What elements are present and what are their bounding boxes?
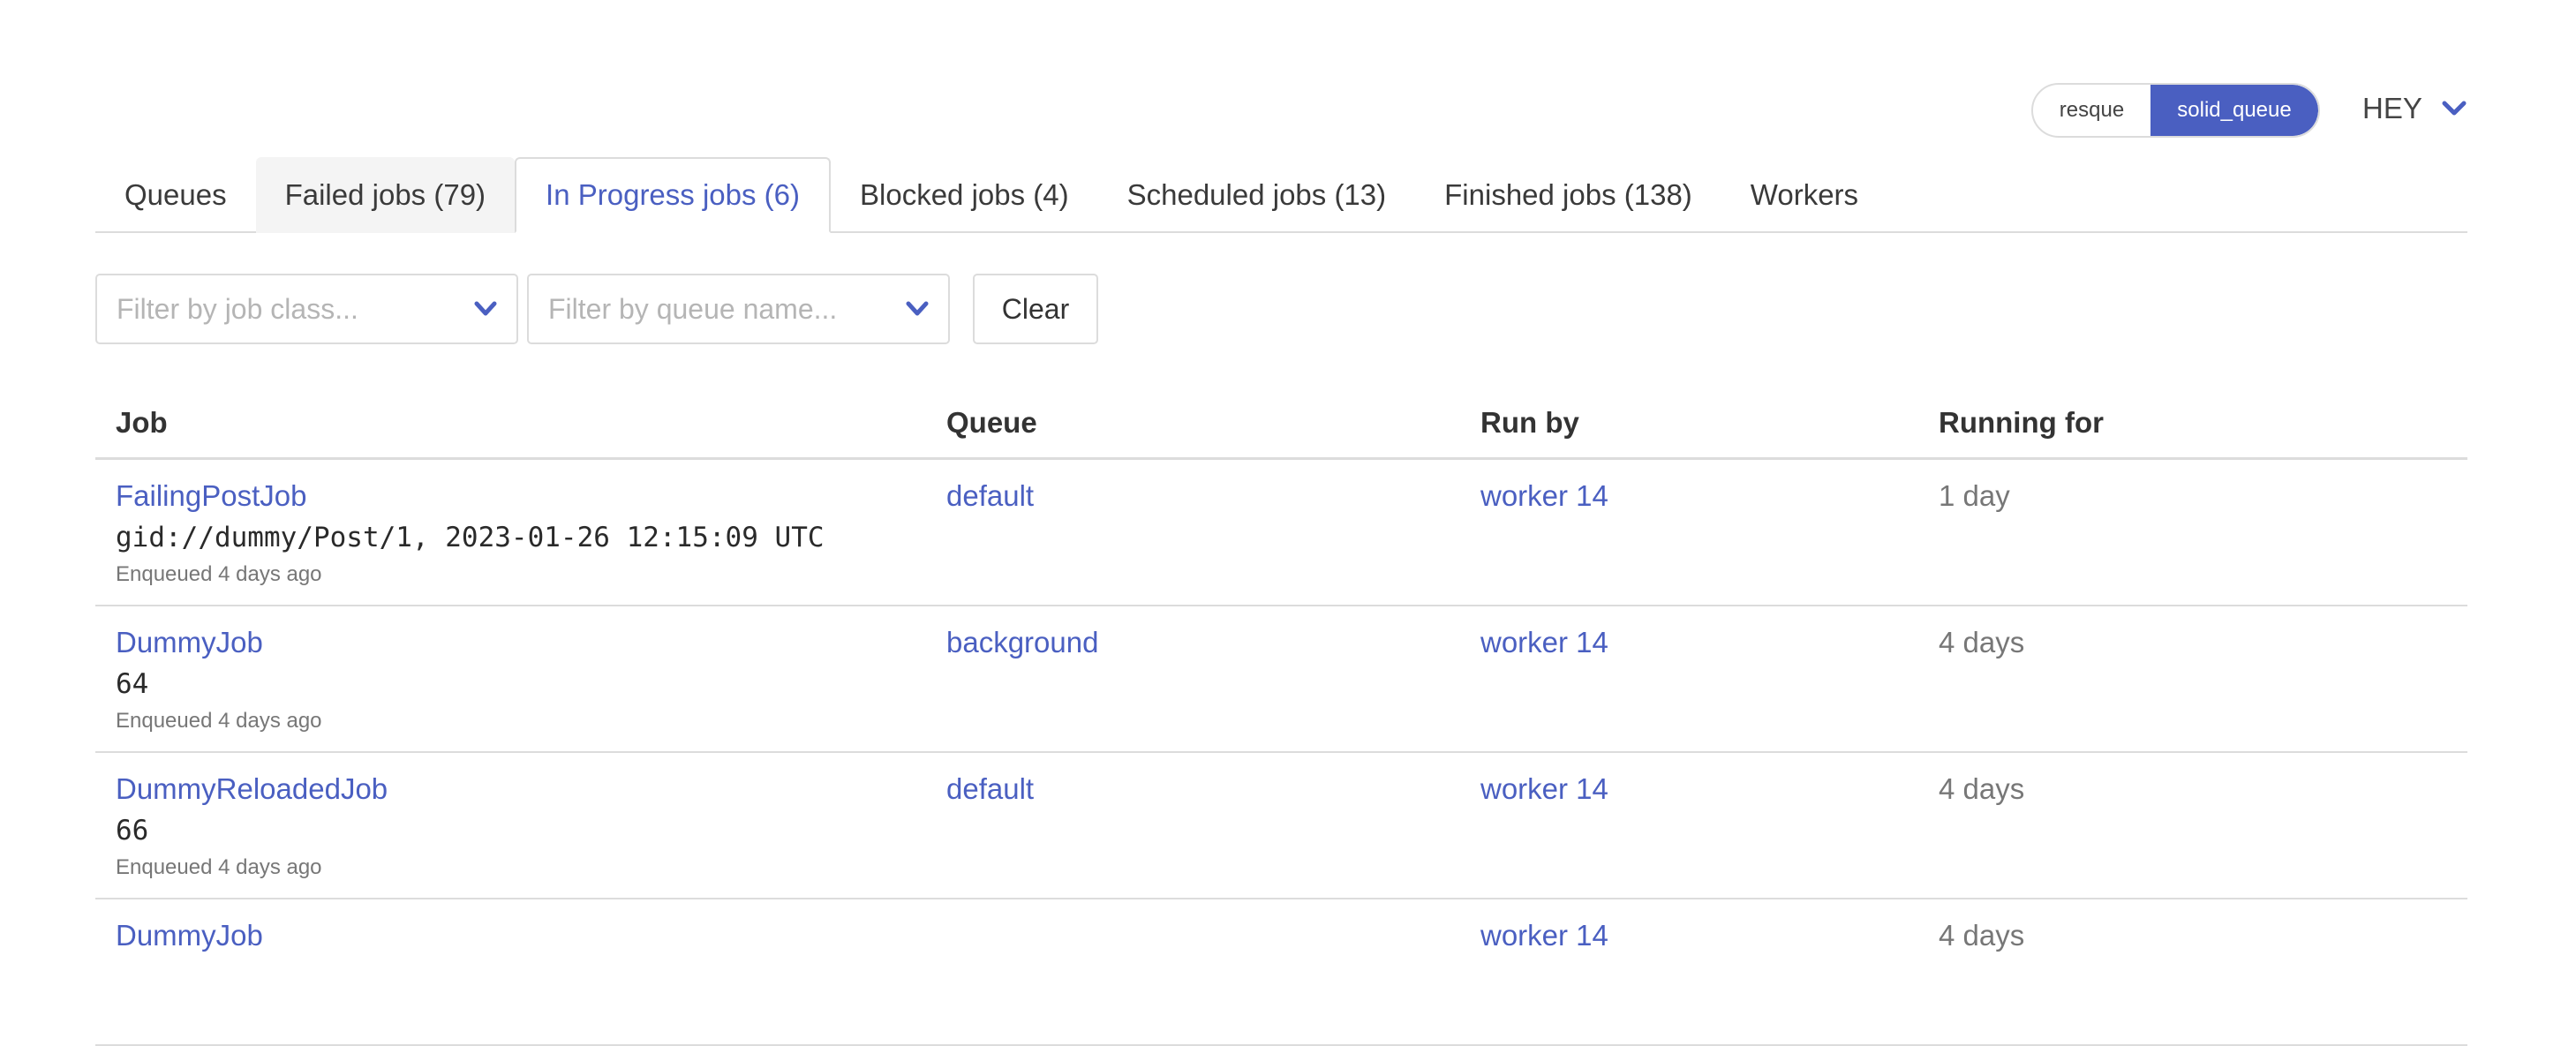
chevron-down-icon — [474, 301, 497, 316]
queue-link[interactable]: default — [946, 772, 1034, 806]
worker-link[interactable]: worker 14 — [1480, 479, 1608, 513]
tab-finished-jobs[interactable]: Finished jobs (138) — [1415, 157, 1721, 233]
job-class-link[interactable]: DummyJob — [116, 626, 322, 659]
job-cell: DummyJob 64 Enqueued 4 days ago — [116, 626, 322, 734]
backend-option-resque[interactable]: resque — [2033, 85, 2150, 136]
app-menu-label: HEY — [2362, 92, 2422, 124]
worker-link[interactable]: worker 14 — [1480, 919, 1608, 952]
job-arguments: 66 — [116, 815, 149, 847]
chevron-down-icon — [2442, 101, 2467, 116]
running-for: 4 days — [1939, 919, 2025, 952]
running-for: 4 days — [1939, 772, 2025, 805]
app-menu[interactable]: HEY — [2362, 92, 2467, 125]
worker-link[interactable]: worker 14 — [1480, 772, 1608, 806]
jobs-table: Job Queue Run by Running for FailingPost… — [95, 388, 2467, 1046]
queue-link[interactable]: background — [946, 626, 1098, 659]
job-arguments: 64 — [116, 668, 149, 700]
job-cell: DummyReloadedJob 66 Enqueued 4 days ago — [116, 772, 388, 880]
job-class-link[interactable]: DummyJob — [116, 919, 263, 952]
table-row: DummyReloadedJob 66 Enqueued 4 days ago … — [95, 753, 2467, 899]
job-class-filter-placeholder: Filter by job class... — [117, 292, 358, 325]
header-queue: Queue — [946, 406, 1037, 439]
tab-workers[interactable]: Workers — [1721, 157, 1887, 233]
clear-filters-button[interactable]: Clear — [973, 274, 1098, 344]
table-row: DummyJob worker 14 4 days — [95, 899, 2467, 1046]
job-class-filter[interactable]: Filter by job class... — [95, 274, 518, 344]
job-class-link[interactable]: DummyReloadedJob — [116, 772, 388, 806]
backend-option-solid-queue[interactable]: solid_queue — [2150, 85, 2318, 136]
header-job: Job — [116, 406, 168, 439]
tab-in-progress-jobs[interactable]: In Progress jobs (6) — [515, 157, 831, 233]
backend-switcher: resque solid_queue — [2031, 83, 2320, 138]
header-running-for: Running for — [1939, 406, 2104, 439]
running-for: 4 days — [1939, 626, 2025, 658]
filter-bar: Filter by job class... Filter by queue n… — [95, 274, 1098, 344]
job-class-link[interactable]: FailingPostJob — [116, 479, 825, 513]
job-arguments: gid://dummy/Post/1, 2023-01-26 12:15:09 … — [116, 522, 825, 553]
header-run-by: Run by — [1480, 406, 1579, 439]
job-cell: DummyJob — [116, 919, 263, 952]
queue-name-filter-placeholder: Filter by queue name... — [548, 292, 838, 325]
worker-link[interactable]: worker 14 — [1480, 626, 1608, 659]
tab-blocked-jobs[interactable]: Blocked jobs (4) — [831, 157, 1098, 233]
tab-scheduled-jobs[interactable]: Scheduled jobs (13) — [1098, 157, 1416, 233]
chevron-down-icon — [906, 301, 929, 316]
table-row: DummyJob 64 Enqueued 4 days ago backgrou… — [95, 606, 2467, 753]
tab-failed-jobs[interactable]: Failed jobs (79) — [255, 157, 516, 233]
enqueued-time: Enqueued 4 days ago — [116, 562, 322, 586]
table-row: FailingPostJob gid://dummy/Post/1, 2023-… — [95, 460, 2467, 606]
tab-bar: Queues Failed jobs (79) In Progress jobs… — [95, 157, 2467, 233]
job-cell: FailingPostJob gid://dummy/Post/1, 2023-… — [116, 479, 825, 587]
tab-queues[interactable]: Queues — [95, 157, 256, 233]
running-for: 1 day — [1939, 479, 2010, 512]
table-header: Job Queue Run by Running for — [95, 388, 2467, 460]
queue-link[interactable]: default — [946, 479, 1034, 513]
enqueued-time: Enqueued 4 days ago — [116, 855, 322, 879]
queue-name-filter[interactable]: Filter by queue name... — [527, 274, 950, 344]
enqueued-time: Enqueued 4 days ago — [116, 709, 322, 733]
